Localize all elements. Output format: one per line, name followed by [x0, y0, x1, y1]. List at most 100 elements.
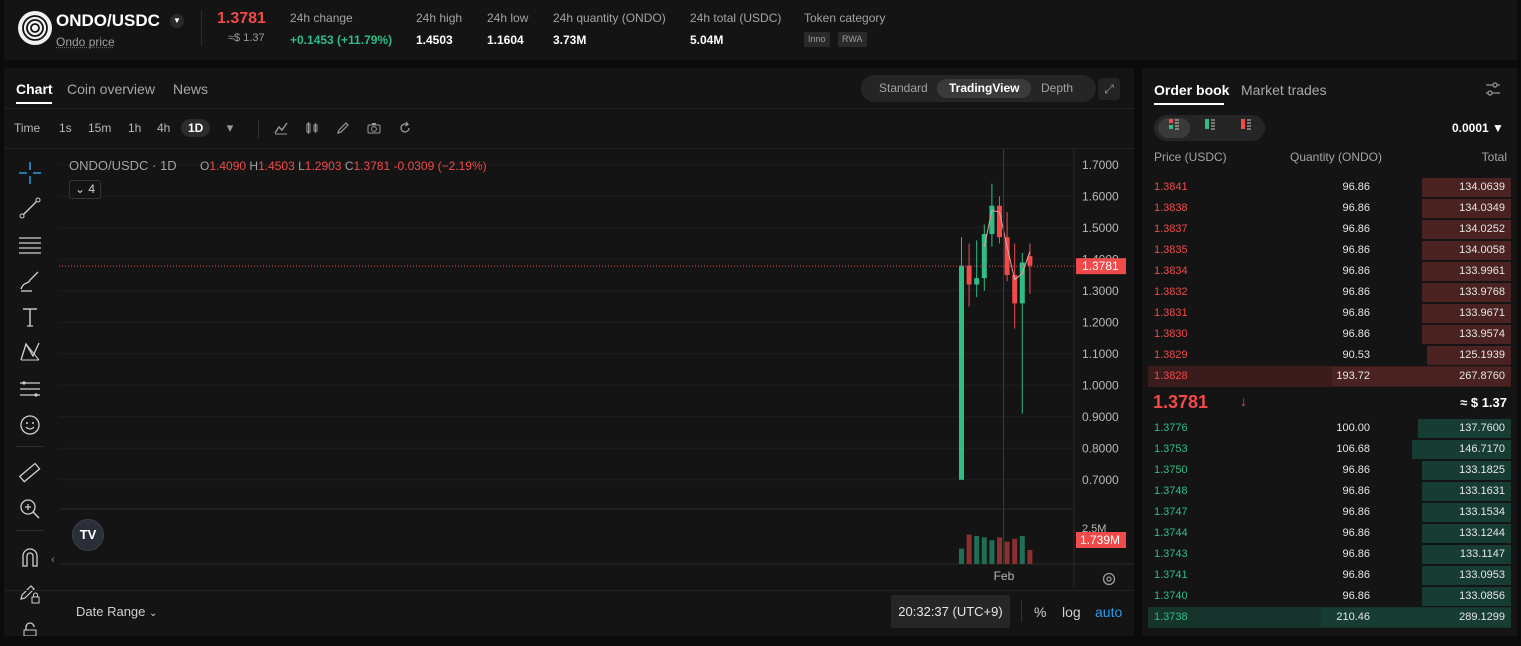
ask-row[interactable]: 1.3828 193.72 267.8760 — [1148, 366, 1511, 387]
magnet-icon[interactable] — [16, 544, 44, 572]
tradingview-logo-icon[interactable]: TV — [72, 519, 104, 551]
indicator-count: 4 — [88, 182, 96, 196]
camera-icon[interactable] — [366, 120, 382, 136]
price-axis-label: 0.9000 — [1082, 410, 1119, 424]
emoji-icon[interactable] — [16, 411, 44, 439]
timeframe-more-icon[interactable]: ▾ — [222, 120, 238, 136]
log-scale-toggle[interactable]: log — [1062, 604, 1081, 620]
ask-row[interactable]: 1.3835 96.86 134.0058 — [1148, 240, 1511, 261]
pair-dropdown-icon[interactable]: ▼ — [170, 14, 184, 28]
bid-row[interactable]: 1.3776 100.00 137.7600 — [1148, 418, 1511, 439]
price-axis-label: 1.2000 — [1082, 315, 1119, 329]
timeframe-1s[interactable]: 1s — [59, 121, 72, 135]
timeframe-1h[interactable]: 1h — [128, 121, 141, 135]
percent-scale-toggle[interactable]: % — [1034, 604, 1046, 620]
reset-icon[interactable] — [397, 120, 413, 136]
ask-price: 1.3828 — [1154, 370, 1188, 382]
collapse-toolbar-icon[interactable]: ‹ — [51, 554, 55, 566]
view-tradingview-button[interactable]: TradingView — [937, 79, 1032, 98]
lock-drawing-icon[interactable] — [16, 580, 44, 608]
tab-coin-overview[interactable]: Coin overview — [67, 81, 155, 97]
bid-price: 1.3747 — [1154, 506, 1188, 518]
ask-price: 1.3837 — [1154, 223, 1188, 235]
ask-row[interactable]: 1.3841 96.86 134.0639 — [1148, 177, 1511, 198]
bid-row[interactable]: 1.3750 96.86 133.1825 — [1148, 460, 1511, 481]
bid-price: 1.3750 — [1154, 464, 1188, 476]
axis-settings-icon — [1102, 572, 1116, 586]
pattern-tool-icon[interactable] — [16, 338, 44, 366]
chart-footer-divider — [4, 590, 1134, 591]
ask-qty: 96.86 — [1342, 223, 1370, 235]
indicator-toggle[interactable]: ⌄ 4 — [69, 180, 102, 199]
tab-order-book-underline — [1154, 103, 1224, 105]
bid-row[interactable]: 1.3738 210.46 289.1299 — [1148, 607, 1511, 628]
bid-qty: 96.86 — [1342, 506, 1370, 518]
text-tool-icon[interactable] — [16, 303, 44, 331]
bid-row[interactable]: 1.3743 96.86 133.1147 — [1148, 544, 1511, 565]
ask-row[interactable]: 1.3831 96.86 133.9671 — [1148, 303, 1511, 324]
indicators-icon[interactable] — [273, 120, 289, 136]
candle-type-icon[interactable] — [304, 120, 320, 136]
stat-label-24h-quantity: 24h quantity (ONDO) — [553, 11, 666, 25]
tag-inno[interactable]: Inno — [804, 32, 830, 47]
bid-row[interactable]: 1.3741 96.86 133.0953 — [1148, 565, 1511, 586]
volume-bar — [1019, 536, 1025, 564]
volume-bar — [989, 540, 995, 564]
tab-news[interactable]: News — [173, 81, 208, 97]
both-sides-icon[interactable] — [1158, 118, 1190, 138]
ask-qty: 90.53 — [1342, 349, 1370, 361]
ask-row[interactable]: 1.3834 96.86 133.9961 — [1148, 261, 1511, 282]
bid-row[interactable]: 1.3753 106.68 146.7170 — [1148, 439, 1511, 460]
ask-row[interactable]: 1.3829 90.53 125.1939 — [1148, 345, 1511, 366]
unlock-icon[interactable] — [16, 616, 44, 636]
ask-row[interactable]: 1.3830 96.86 133.9574 — [1148, 324, 1511, 345]
legend-low: 1.2903 — [304, 159, 342, 173]
bid-row[interactable]: 1.3740 96.86 133.0856 — [1148, 586, 1511, 607]
bid-row[interactable]: 1.3748 96.86 133.1631 — [1148, 481, 1511, 502]
view-standard-button[interactable]: Standard — [867, 79, 940, 98]
date-range-button[interactable]: Date Range ⌄ — [76, 604, 157, 619]
pair-title[interactable]: ONDO/USDC — [56, 11, 160, 31]
bid-row[interactable]: 1.3744 96.86 133.1244 — [1148, 523, 1511, 544]
trend-line-icon[interactable] — [16, 194, 44, 222]
price-axis-label: 1.7000 — [1082, 158, 1119, 172]
chart-view-switch: Standard TradingView Depth — [861, 75, 1096, 102]
precision-select[interactable]: 0.0001 ▼ — [1452, 121, 1504, 135]
ask-row[interactable]: 1.3832 96.86 133.9768 — [1148, 282, 1511, 303]
ask-row[interactable]: 1.3837 96.86 134.0252 — [1148, 219, 1511, 240]
volume-bar — [1027, 550, 1033, 564]
fullscreen-icon[interactable]: ⤢ — [1098, 78, 1120, 100]
axis-settings-icon-center — [1106, 576, 1112, 582]
timeframe-time[interactable]: Time — [14, 121, 40, 135]
brush-icon[interactable] — [16, 267, 44, 295]
settings-sliders-icon[interactable] — [1484, 80, 1502, 98]
horizontal-lines-icon[interactable] — [16, 230, 44, 258]
zoom-in-icon[interactable] — [16, 495, 44, 523]
timeframe-4h[interactable]: 4h — [157, 121, 170, 135]
stat-label-token-category: Token category — [804, 11, 886, 25]
asks-only-icon[interactable] — [1230, 118, 1262, 138]
ask-price: 1.3841 — [1154, 181, 1188, 193]
stat-value-24h-quantity: 3.73M — [553, 33, 587, 47]
crosshair-icon[interactable] — [16, 159, 44, 187]
timeframe-1d[interactable]: 1D — [181, 119, 211, 137]
candlestick-chart[interactable]: 1.70001.60001.50001.40001.30001.20001.10… — [59, 149, 1134, 586]
draw-pencil-icon[interactable] — [335, 120, 351, 136]
price-axis-label: 1.5000 — [1082, 221, 1119, 235]
tag-rwa[interactable]: RWA — [838, 32, 867, 47]
bids-only-icon[interactable] — [1194, 118, 1226, 138]
ask-row[interactable]: 1.3838 96.86 134.0349 — [1148, 198, 1511, 219]
timeframe-15m[interactable]: 15m — [88, 121, 111, 135]
tab-market-trades[interactable]: Market trades — [1241, 82, 1327, 98]
ruler-icon[interactable] — [16, 459, 44, 487]
view-depth-button[interactable]: Depth — [1029, 79, 1085, 98]
fib-tool-icon[interactable] — [16, 375, 44, 403]
ask-qty: 96.86 — [1342, 244, 1370, 256]
auto-scale-toggle[interactable]: auto — [1095, 604, 1122, 620]
timezone-clock[interactable]: 20:32:37 (UTC+9) — [891, 595, 1010, 628]
coin-price-link[interactable]: Ondo price — [56, 35, 115, 49]
tab-chart[interactable]: Chart — [16, 81, 53, 97]
header-quantity: Quantity (ONDO) — [1290, 150, 1383, 164]
tab-order-book[interactable]: Order book — [1154, 82, 1229, 98]
bid-row[interactable]: 1.3747 96.86 133.1534 — [1148, 502, 1511, 523]
